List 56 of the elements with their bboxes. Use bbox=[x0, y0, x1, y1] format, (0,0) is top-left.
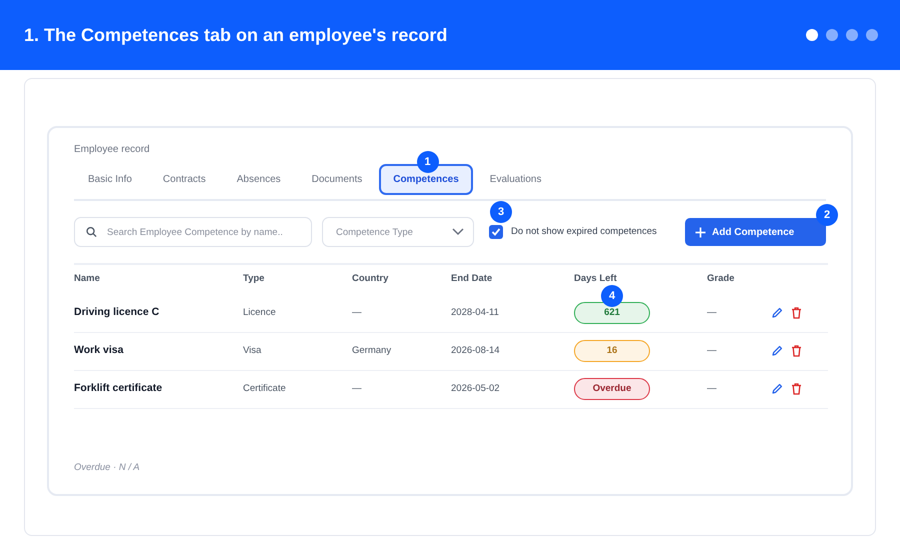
table-cell: — bbox=[352, 294, 451, 332]
tab[interactable]: Contracts bbox=[148, 164, 220, 195]
plus-icon bbox=[695, 226, 706, 238]
checkbox[interactable] bbox=[489, 225, 503, 239]
tab[interactable]: Evaluations bbox=[476, 164, 556, 195]
legend-note: Overdue · N / A bbox=[74, 460, 141, 474]
step-dot[interactable] bbox=[846, 29, 858, 41]
search-icon bbox=[86, 226, 97, 238]
table-cell: 2026-08-14 bbox=[451, 332, 574, 370]
table-cell: — bbox=[352, 370, 451, 408]
tab[interactable]: Documents bbox=[298, 164, 376, 195]
competence-name: Forklift certificate bbox=[74, 370, 243, 408]
header-title: 1. The Competences tab on an employee's record bbox=[24, 24, 448, 47]
column-header: Name bbox=[74, 273, 100, 284]
days-left-pill: Overdue bbox=[574, 378, 650, 400]
table-cell: Licence bbox=[243, 294, 352, 332]
edit-pencil-icon[interactable] bbox=[771, 383, 783, 395]
delete-trash-icon[interactable] bbox=[791, 345, 802, 357]
edit-pencil-icon[interactable] bbox=[771, 345, 783, 357]
step-dot[interactable] bbox=[826, 29, 838, 41]
days-left-pill: 621 bbox=[574, 302, 650, 324]
column-header: Country bbox=[352, 273, 388, 284]
days-left-pill: 16 bbox=[574, 340, 650, 362]
column-header: Days Left bbox=[574, 273, 617, 284]
delete-trash-icon[interactable] bbox=[791, 306, 802, 319]
tab[interactable]: Basic Info bbox=[74, 164, 146, 195]
edit-pencil-icon[interactable] bbox=[771, 306, 783, 319]
table-cell: 2026-05-02 bbox=[451, 370, 574, 408]
tab[interactable]: Competences bbox=[379, 164, 473, 195]
step-dot[interactable] bbox=[806, 29, 818, 41]
chevron-down-icon bbox=[452, 228, 464, 236]
column-header: End Date bbox=[451, 273, 492, 284]
checkbox-label: Do not show expired competences bbox=[511, 224, 657, 239]
table-cell: — bbox=[707, 370, 771, 408]
section-label: Employee record bbox=[74, 143, 151, 157]
table-cell: Visa bbox=[243, 332, 352, 370]
add-competence-button[interactable]: Add Competence bbox=[685, 218, 826, 246]
search-field[interactable]: Search Employee Competence by name.. bbox=[74, 217, 312, 247]
column-header: Type bbox=[243, 273, 264, 284]
competence-name: Driving licence C bbox=[74, 294, 243, 332]
column-header: Grade bbox=[707, 273, 734, 284]
callout-badge: 2 bbox=[816, 204, 838, 226]
table-cell: Germany bbox=[352, 332, 451, 370]
table-cell: — bbox=[707, 332, 771, 370]
table-cell: Certificate bbox=[243, 370, 352, 408]
type-dropdown[interactable]: Competence Type bbox=[322, 217, 474, 247]
table-cell: 2028-04-11 bbox=[451, 294, 574, 332]
callout-badge: 3 bbox=[490, 200, 512, 223]
step-dot[interactable] bbox=[866, 29, 878, 41]
table-cell: — bbox=[707, 294, 771, 332]
delete-trash-icon[interactable] bbox=[791, 383, 802, 395]
tab[interactable]: Absences bbox=[222, 164, 295, 195]
checkmark-icon bbox=[491, 227, 501, 237]
callout-badge: 1 bbox=[416, 151, 438, 173]
callout-badge: 4 bbox=[601, 284, 623, 307]
competence-name: Work visa bbox=[74, 332, 243, 370]
